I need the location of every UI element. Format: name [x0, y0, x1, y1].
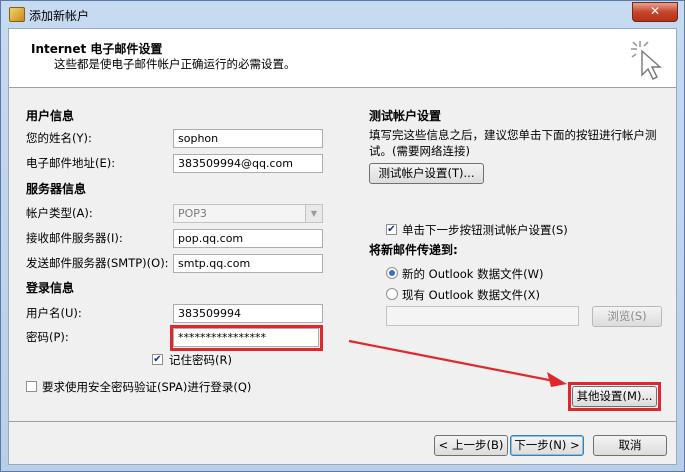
email-label: 电子邮件地址(E): [26, 156, 116, 170]
spa-label: 要求使用安全密码验证(SPA)进行登录(Q) [42, 380, 252, 394]
cursor-click-icon [631, 41, 662, 80]
account-type-value: POP3 [178, 207, 207, 220]
more-settings-highlight-box [568, 382, 661, 411]
existing-file-path-input [386, 306, 579, 326]
name-input[interactable]: sophon [173, 129, 323, 148]
remember-password-checkbox[interactable]: ✔ [152, 354, 163, 365]
incoming-server-label: 接收邮件服务器(I): [26, 231, 123, 245]
cancel-button[interactable]: 取消 [593, 435, 667, 456]
add-account-window: 添加新帐户 ✕ Internet 电子邮件设置 这些都是使电子邮件帐户正确运行的… [0, 0, 685, 472]
dialog-header: Internet 电子邮件设置 这些都是使电子邮件帐户正确运行的必需设置。 [9, 29, 676, 88]
auto-test-checkbox[interactable]: ✔ [386, 224, 397, 235]
username-label: 用户名(U): [26, 306, 82, 320]
header-subtitle: 这些都是使电子邮件帐户正确运行的必需设置。 [54, 57, 296, 71]
dialog-content: Internet 电子邮件设置 这些都是使电子邮件帐户正确运行的必需设置。 用户… [8, 28, 677, 465]
server-info-heading: 服务器信息 [26, 182, 87, 196]
test-account-settings-button[interactable]: 测试帐户设置(T)... [369, 163, 484, 184]
chevron-down-icon: ▼ [305, 205, 322, 222]
existing-data-file-radio[interactable] [386, 288, 398, 300]
email-input[interactable]: 383509994@qq.com [173, 154, 323, 173]
existing-data-file-label: 现有 Outlook 数据文件(X) [402, 288, 540, 302]
footer-divider [9, 421, 676, 422]
annotation-arrow [348, 339, 567, 387]
back-button[interactable]: < 上一步(B) [434, 435, 508, 456]
next-button[interactable]: 下一步(N) > [510, 435, 584, 456]
browse-button: 浏览(S) [592, 306, 662, 327]
username-input[interactable]: 383509994 [173, 304, 323, 323]
auto-test-label: 单击下一步按钮测试帐户设置(S) [402, 223, 568, 237]
deliver-heading: 将新邮件传递到: [369, 243, 458, 257]
outgoing-server-label: 发送邮件服务器(SMTP)(O): [26, 256, 169, 270]
test-settings-description: 填写完这些信息之后，建议您单击下面的按钮进行帐户测试。(需要网络连接) [369, 128, 657, 158]
user-info-heading: 用户信息 [26, 109, 75, 123]
spa-checkbox[interactable] [26, 381, 37, 392]
name-label: 您的姓名(Y): [26, 131, 92, 145]
new-data-file-radio[interactable] [386, 267, 398, 279]
remember-password-label: 记住密码(R) [169, 353, 232, 367]
new-data-file-label: 新的 Outlook 数据文件(W) [402, 267, 544, 281]
test-settings-heading: 测试帐户设置 [369, 109, 442, 123]
account-type-select: POP3 ▼ [173, 204, 323, 223]
incoming-server-input[interactable]: pop.qq.com [173, 229, 323, 248]
title-bar[interactable]: 添加新帐户 ✕ [1, 1, 684, 27]
header-title: Internet 电子邮件设置 [31, 42, 163, 56]
envelope-icon [9, 7, 25, 22]
close-button[interactable]: ✕ [632, 2, 678, 22]
account-type-label: 帐户类型(A): [26, 206, 93, 220]
outgoing-server-input[interactable]: smtp.qq.com [173, 254, 323, 273]
password-highlight-box [170, 325, 323, 351]
login-info-heading: 登录信息 [26, 281, 75, 295]
window-title: 添加新帐户 [29, 9, 90, 23]
password-label: 密码(P): [26, 330, 69, 344]
